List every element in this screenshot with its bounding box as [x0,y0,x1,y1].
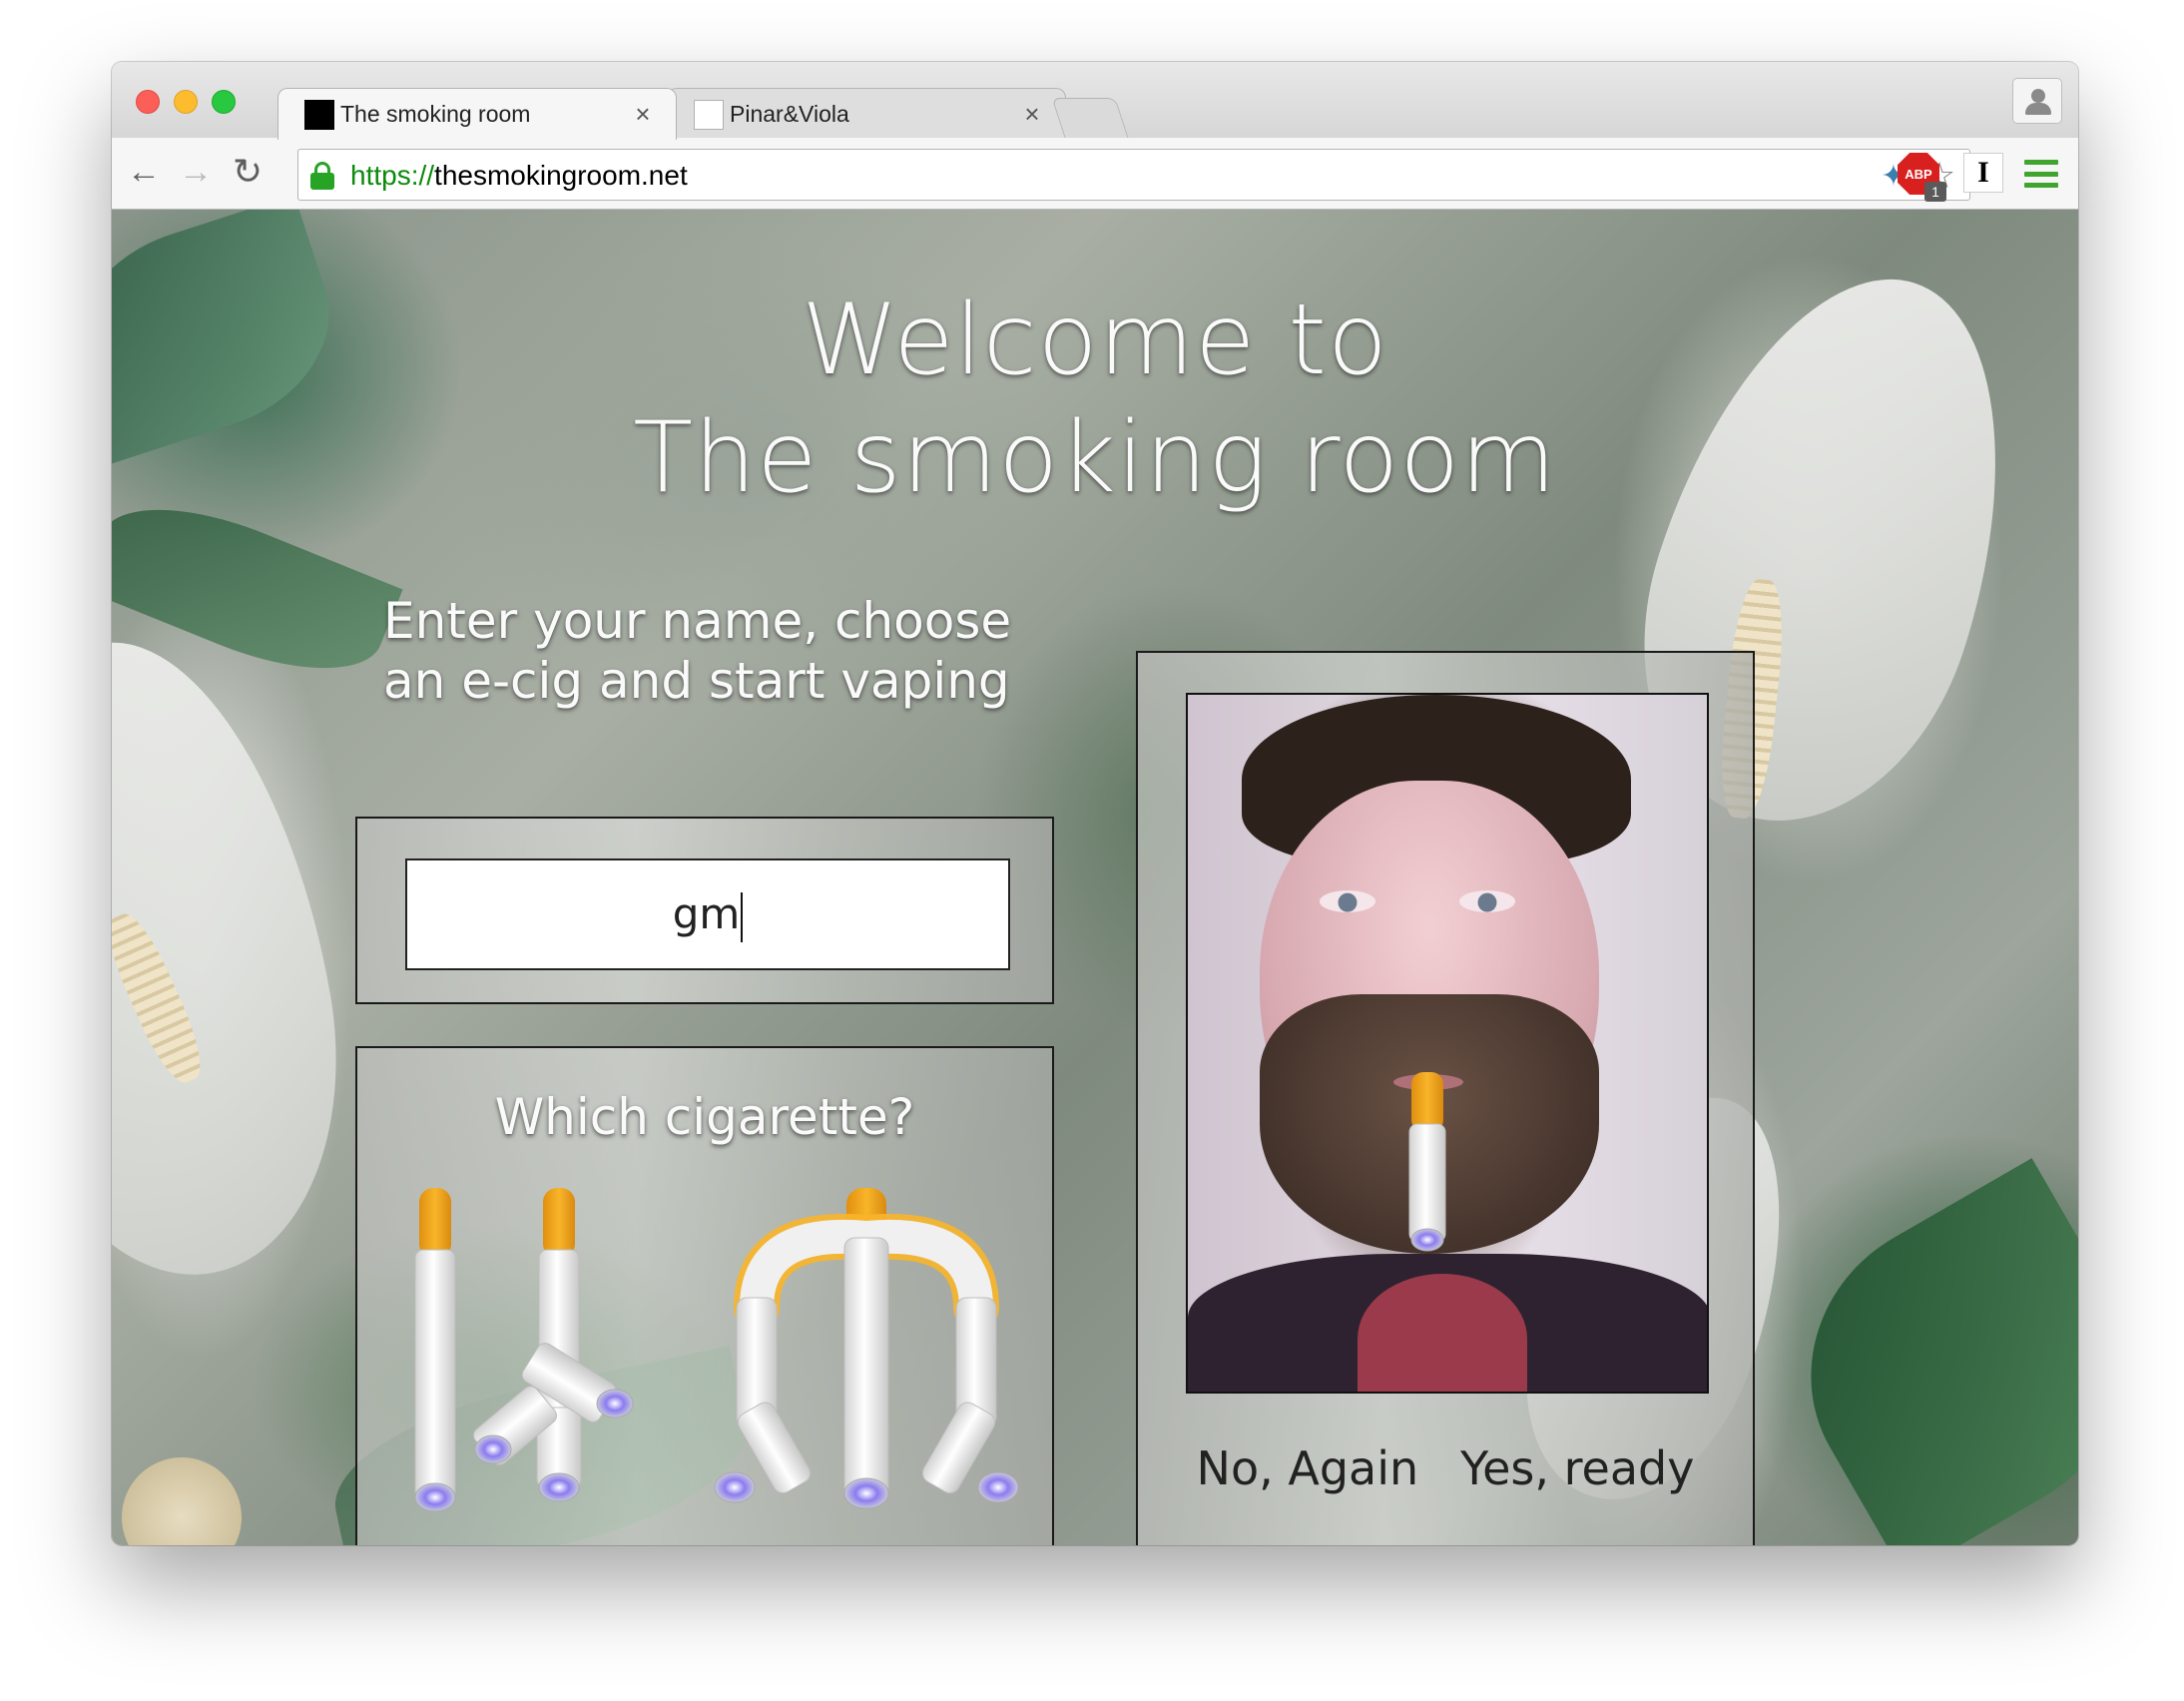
browser-window: The smoking room × Pinar&Viola × ← → ↻ h… [112,62,2078,1545]
person-icon [2031,89,2045,103]
document-favicon-icon [694,99,724,130]
cigarette-panel: Which cigarette? [355,1046,1054,1545]
instructions-text: Enter your name, choose an e-cig and sta… [383,592,1012,710]
new-tab-button[interactable] [1051,98,1129,138]
ecig-overlay-icon [1408,1072,1446,1252]
tripod-ecig-icon [714,1188,1019,1509]
adblock-count-badge: 1 [1924,182,1946,202]
forward-arrow-icon[interactable]: → [174,150,218,194]
hamburger-menu-icon[interactable] [2024,160,2058,188]
lock-icon [310,162,334,190]
webcam-preview [1186,693,1709,1394]
retake-button[interactable]: No, Again [1197,1441,1419,1495]
instapaper-icon[interactable]: I [1963,153,2003,193]
minimize-window-button[interactable] [174,90,198,114]
webcam-actions: No, Again Yes, ready [1138,1441,1753,1495]
url-host: thesmokingroom.net [434,160,688,191]
profile-button[interactable] [2012,78,2062,124]
site-favicon-icon [304,99,334,130]
tab-pinar-viola[interactable]: Pinar&Viola × [667,88,1066,140]
close-window-button[interactable] [136,90,160,114]
page-content: Welcome to The smoking room Enter your n… [112,210,2078,1545]
browser-toolbar: ← → ↻ https://thesmokingroom.net ✦ ☆ ABP… [112,138,2078,210]
tab-title: The smoking room [340,101,531,127]
name-panel: gm [355,817,1054,1004]
page-title: Welcome to The smoking room [112,282,2078,517]
cigarette-prompt: Which cigarette? [494,1088,915,1146]
zoom-window-button[interactable] [212,90,236,114]
tab-close-icon[interactable]: × [630,99,656,130]
ecig-option-forked[interactable] [397,1188,657,1517]
flower-spadix-decoration [122,1457,242,1545]
name-input[interactable]: gm [405,858,1010,970]
url-scheme: https:// [350,160,435,191]
welcome-line-1: Welcome to [802,284,1388,397]
tab-title: Pinar&Viola [730,101,849,127]
tab-smoking-room[interactable]: The smoking room × [277,88,677,140]
welcome-line-2: The smoking room [633,401,1557,515]
leaf-decoration [1755,1158,2078,1545]
back-arrow-icon[interactable]: ← [122,150,166,194]
text-caret [741,891,744,942]
webcam-panel: No, Again Yes, ready [1136,651,1755,1545]
tab-strip: The smoking room × Pinar&Viola × [112,62,2078,140]
ready-button[interactable]: Yes, ready [1460,1441,1694,1495]
name-input-value: gm [672,889,741,938]
address-bar[interactable]: https://thesmokingroom.net ✦ ☆ [297,149,1970,201]
forked-ecig-icon [414,1188,634,1512]
ecig-option-tripod[interactable] [714,1188,1019,1517]
url-text[interactable]: https://thesmokingroom.net [350,160,688,192]
tab-close-icon[interactable]: × [1019,99,1045,130]
reload-icon[interactable]: ↻ [226,150,270,194]
